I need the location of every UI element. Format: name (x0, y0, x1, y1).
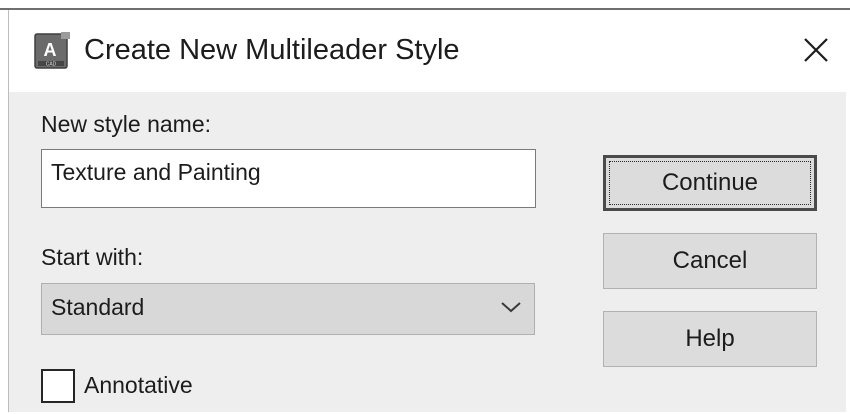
start-with-selected-value: Standard (51, 294, 145, 320)
svg-text:CAD: CAD (46, 62, 57, 68)
new-style-name-input[interactable] (41, 149, 536, 208)
app-icon: A CAD (33, 31, 71, 71)
create-new-multileader-style-dialog: A CAD Create New Multileader Style New s… (8, 10, 846, 412)
close-button[interactable] (794, 28, 838, 72)
start-with-label: Start with: (41, 244, 144, 270)
svg-text:A: A (44, 40, 57, 60)
cancel-button-label: Cancel (672, 247, 748, 274)
chevron-down-icon (501, 302, 521, 313)
help-button[interactable]: Help (603, 311, 817, 367)
continue-button[interactable]: Continue (603, 155, 817, 211)
dialog-titlebar: A CAD Create New Multileader Style (9, 10, 846, 92)
start-with-dropdown[interactable]: Standard (41, 283, 535, 335)
screenshot-page: A CAD Create New Multileader Style New s… (0, 0, 850, 414)
close-icon (804, 38, 828, 62)
new-style-name-label: New style name: (41, 111, 212, 137)
annotative-checkbox[interactable] (41, 369, 75, 403)
annotative-label: Annotative (84, 372, 193, 398)
cancel-button[interactable]: Cancel (603, 233, 817, 289)
help-button-label: Help (685, 325, 735, 352)
dialog-title: Create New Multileader Style (84, 34, 460, 66)
focus-indicator (609, 161, 811, 205)
